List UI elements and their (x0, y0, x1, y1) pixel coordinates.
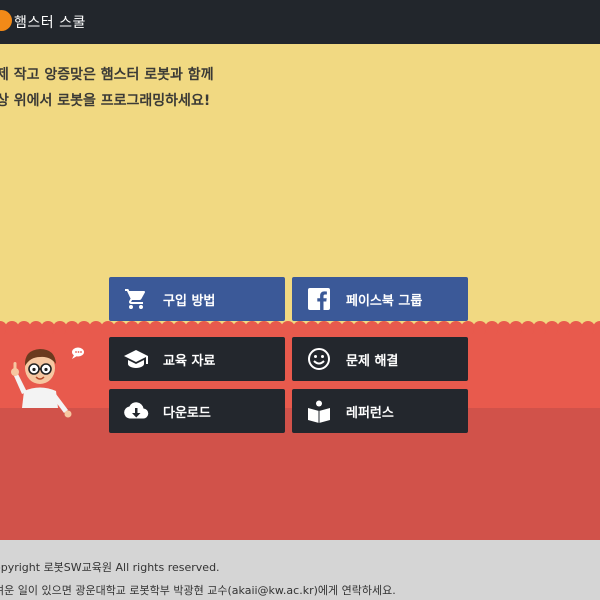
hero-tagline-line1: 제 작고 앙증맞은 햄스터 로봇과 함께 (0, 67, 214, 83)
hamster-logo-icon[interactable] (0, 10, 12, 31)
graduation-cap-icon (123, 346, 149, 372)
education-materials-button-label: 교육 자료 (163, 353, 216, 369)
smiley-icon (306, 346, 332, 372)
hero-tagline-line2: 상 위에서 로봇을 프로그래밍하세요! (0, 93, 211, 109)
cart-icon (123, 286, 149, 312)
purchase-button-label: 구입 방법 (163, 293, 216, 309)
footer: opyright 로봇SW교육원 All rights reserved. 려운… (0, 540, 600, 600)
reading-book-icon (306, 398, 332, 424)
facebook-group-button[interactable]: 페이스북 그룹 (292, 277, 468, 321)
facebook-icon (306, 286, 332, 312)
footer-copyright: opyright 로봇SW교육원 All rights reserved. (0, 561, 220, 574)
site-logo-text[interactable]: 햄스터 스쿨 (14, 12, 86, 32)
education-materials-button[interactable]: 교육 자료 (109, 337, 285, 381)
footer-contact: 려운 일이 있으면 광운대학교 로봇학부 박광현 교수(akaii@kw.ac.… (0, 584, 396, 597)
mascot-character (11, 347, 84, 418)
facebook-group-button-label: 페이스북 그룹 (346, 293, 423, 309)
download-button[interactable]: 다운로드 (109, 389, 285, 433)
download-button-label: 다운로드 (163, 405, 211, 421)
top-nav-bar: 햄스터 스쿨 (0, 0, 600, 44)
troubleshooting-button[interactable]: 문제 해결 (292, 337, 468, 381)
reference-button-label: 레퍼런스 (346, 405, 394, 421)
reference-button[interactable]: 레퍼런스 (292, 389, 468, 433)
cloud-download-icon (123, 398, 149, 424)
purchase-button[interactable]: 구입 방법 (109, 277, 285, 321)
troubleshooting-button-label: 문제 해결 (346, 353, 399, 369)
